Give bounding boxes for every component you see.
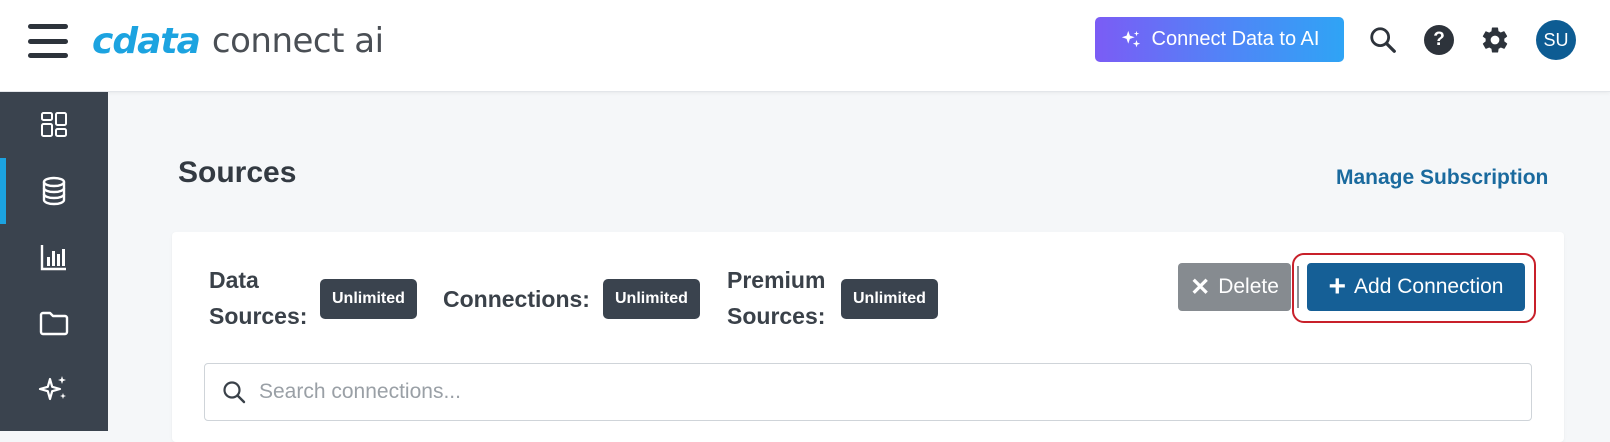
sparkle-icon: [1121, 30, 1140, 47]
gear-icon[interactable]: [1479, 24, 1511, 56]
connections-label: Connections:: [443, 286, 590, 312]
premium-sources-badge: Unlimited: [841, 279, 938, 319]
data-sources-badge: Unlimited: [320, 279, 417, 319]
add-connection-button[interactable]: + Add Connection: [1307, 263, 1525, 311]
sidebar-item-folders[interactable]: [0, 290, 108, 356]
sidebar-item-sources[interactable]: [0, 158, 108, 224]
page-title: Sources: [178, 156, 297, 189]
avatar[interactable]: SU: [1536, 20, 1576, 60]
sidebar-item-analytics[interactable]: [0, 224, 108, 290]
help-icon[interactable]: ?: [1423, 24, 1455, 56]
connect-data-to-ai-button[interactable]: Connect Data to AI: [1095, 17, 1344, 62]
delete-button[interactable]: ✕ Delete: [1178, 263, 1291, 311]
database-icon: [42, 176, 66, 206]
premium-sources-label: Premium Sources:: [727, 267, 826, 329]
button-divider: [1297, 266, 1299, 308]
sidebar: [0, 92, 108, 431]
plus-icon: +: [1328, 270, 1347, 303]
search-input[interactable]: [259, 367, 1519, 417]
data-sources-label: Data Sources:: [209, 267, 308, 329]
add-connection-label: Add Connection: [1354, 275, 1504, 298]
bar-chart-icon: [40, 245, 66, 271]
close-icon: ✕: [1190, 273, 1211, 301]
sidebar-item-ai[interactable]: [0, 356, 108, 422]
connect-data-to-ai-label: Connect Data to AI: [1151, 28, 1320, 50]
dashboard-grid-icon: [41, 112, 67, 137]
connections-badge: Unlimited: [603, 279, 700, 319]
manage-subscription-link[interactable]: Manage Subscription: [1336, 166, 1548, 190]
menu-icon[interactable]: [28, 24, 68, 58]
brand-logo: cdata: [92, 20, 201, 62]
sparkle-icon: [38, 376, 66, 401]
folder-icon: [39, 311, 69, 336]
delete-label: Delete: [1218, 275, 1279, 298]
top-header: cdata connect ai Connect Data to AI ? SU: [0, 0, 1610, 92]
search-connections-box[interactable]: [204, 363, 1532, 421]
search-icon: [223, 381, 246, 404]
search-icon[interactable]: [1367, 24, 1399, 56]
sidebar-item-dashboard[interactable]: [0, 92, 108, 158]
product-name: connect ai: [211, 21, 384, 61]
app-logo[interactable]: cdata connect ai: [92, 18, 384, 64]
